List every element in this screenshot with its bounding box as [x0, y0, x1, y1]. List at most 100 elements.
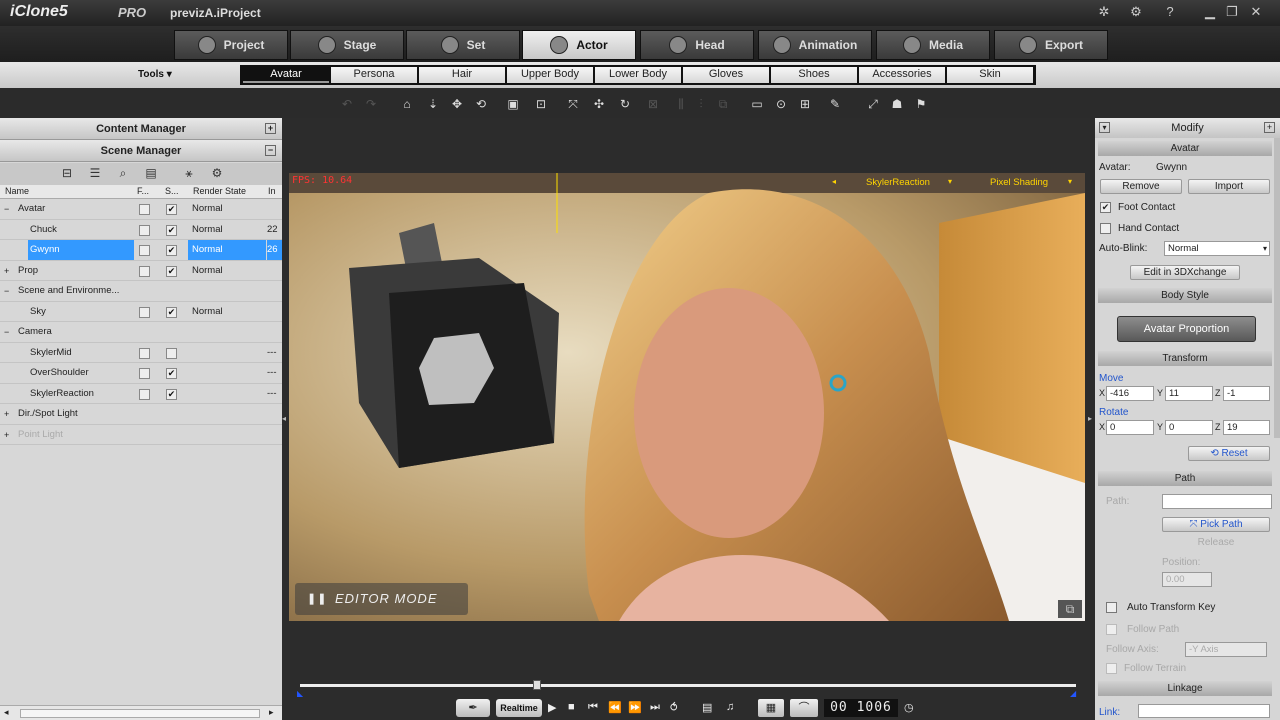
shading-dropdown-icon[interactable]: ▾: [1068, 177, 1072, 186]
freeze-checkbox[interactable]: [139, 347, 150, 359]
scroll-left-icon[interactable]: ◂: [4, 707, 9, 718]
col-in[interactable]: In: [268, 186, 276, 196]
auto-transform-key-checkbox[interactable]: [1106, 602, 1117, 613]
audio-icon[interactable]: ♫: [726, 701, 734, 713]
stop-icon[interactable]: ■: [568, 701, 575, 713]
left-splitter-arrow-icon[interactable]: ◂: [282, 414, 286, 423]
undo-icon[interactable]: ↶: [340, 97, 354, 111]
content-manager-header[interactable]: Content Manager +: [0, 118, 282, 140]
start-marker-icon[interactable]: ◣: [297, 689, 303, 698]
tab-set[interactable]: Set: [406, 30, 520, 60]
drop-to-ground-icon[interactable]: ⇣: [426, 97, 440, 111]
freeze-checkbox[interactable]: [139, 204, 150, 215]
camera-view-icon[interactable]: ⊙: [774, 97, 788, 111]
avatar-proportion-button[interactable]: Avatar Proportion: [1117, 316, 1256, 342]
3d-viewport[interactable]: [289, 173, 1085, 621]
tree-row[interactable]: Chuck ✔ Normal 22: [0, 220, 282, 240]
move-y-input[interactable]: 11: [1165, 386, 1213, 401]
tree-row[interactable]: + Dir./Spot Light: [0, 404, 282, 425]
subtab-hair[interactable]: Hair: [419, 67, 505, 83]
link-icon[interactable]: ⤢: [866, 97, 880, 111]
last-frame-icon[interactable]: ⏭: [650, 701, 660, 714]
tab-media[interactable]: Media: [876, 30, 990, 60]
freeze-checkbox[interactable]: [139, 224, 150, 236]
collapse-icon[interactable]: −: [4, 281, 9, 301]
tab-actor[interactable]: Actor: [522, 30, 636, 60]
render-state[interactable]: Normal: [188, 302, 266, 322]
tree-row[interactable]: − Scene and Environme...: [0, 281, 282, 302]
home-icon[interactable]: ⌂: [400, 97, 414, 111]
release-button[interactable]: Release: [1162, 537, 1270, 551]
expand-icon[interactable]: +: [265, 123, 276, 134]
group-icon[interactable]: ⧉: [716, 97, 730, 111]
hierarchy-icon[interactable]: ⚹: [182, 166, 196, 180]
clock-icon[interactable]: ◷: [904, 701, 914, 714]
modify-scrollbar[interactable]: [1274, 138, 1280, 438]
remove-button[interactable]: Remove: [1100, 179, 1182, 194]
right-splitter-arrow-icon[interactable]: ▸: [1088, 414, 1092, 423]
subtab-skin[interactable]: Skin: [947, 67, 1033, 83]
settings-tree-icon[interactable]: ⚙: [210, 166, 224, 180]
tab-head[interactable]: Head: [640, 30, 754, 60]
frame-counter[interactable]: 00 1006: [824, 699, 898, 717]
autoblink-select[interactable]: Normal ▾: [1164, 241, 1270, 256]
fast-forward-icon[interactable]: ⏩: [628, 701, 642, 714]
show-checkbox[interactable]: ✔: [166, 204, 177, 215]
body-style-header[interactable]: Body Style: [1098, 288, 1272, 303]
tab-export[interactable]: Export: [994, 30, 1108, 60]
show-checkbox[interactable]: ✔: [166, 368, 177, 379]
freeze-checkbox[interactable]: [139, 388, 150, 400]
scale-icon[interactable]: ▣: [506, 97, 520, 111]
tree-row[interactable]: OverShoulder ✔ ---: [0, 363, 282, 384]
rewind-icon[interactable]: ⏪: [608, 701, 622, 714]
loop-icon[interactable]: ⥀: [670, 701, 678, 714]
render-state[interactable]: Normal: [188, 199, 266, 219]
realtime-button[interactable]: Realtime: [496, 699, 542, 717]
subtab-lower-body[interactable]: Lower Body: [595, 67, 681, 83]
modify-collapse-icon[interactable]: ▾: [1099, 122, 1110, 133]
tree-row[interactable]: Gwynn ✔ Normal 26: [0, 240, 282, 261]
gear-icon[interactable]: ⚙: [1126, 3, 1146, 21]
tab-project[interactable]: Project: [174, 30, 288, 60]
freeze-checkbox[interactable]: [139, 265, 150, 277]
subtab-shoes[interactable]: Shoes: [771, 67, 857, 83]
avatar-section-header[interactable]: Avatar: [1098, 141, 1272, 156]
search-icon[interactable]: ⌕: [116, 166, 130, 180]
follow-terrain-checkbox[interactable]: [1106, 663, 1117, 674]
subtab-gloves[interactable]: Gloves: [683, 67, 769, 83]
maximize-button[interactable]: ❐: [1222, 3, 1242, 21]
tree-row[interactable]: Sky ✔ Normal: [0, 302, 282, 322]
camera-dropdown-icon[interactable]: ▾: [948, 177, 952, 186]
scroll-thumb[interactable]: [20, 709, 260, 718]
pick-path-button[interactable]: ⤧ Pick Path: [1162, 517, 1270, 532]
brush-icon[interactable]: ✎: [828, 97, 842, 111]
tools-menu[interactable]: Tools ▾: [138, 69, 172, 80]
show-checkbox[interactable]: [166, 347, 177, 359]
show-checkbox[interactable]: ✔: [166, 245, 177, 256]
end-marker-icon[interactable]: ◢: [1070, 689, 1076, 698]
scroll-right-icon[interactable]: ▸: [269, 707, 274, 718]
tab-animation[interactable]: Animation: [758, 30, 872, 60]
flag-icon[interactable]: ⚑: [914, 97, 928, 111]
pan-icon[interactable]: ✣: [592, 97, 606, 111]
quill-icon[interactable]: ✒: [456, 699, 490, 717]
timeline-track[interactable]: [300, 684, 1076, 687]
show-checkbox[interactable]: ✔: [166, 224, 177, 236]
col-s[interactable]: S...: [165, 186, 179, 196]
community-icon[interactable]: ✲: [1094, 3, 1114, 21]
distribute-icon[interactable]: ⫶: [694, 97, 708, 111]
collapse-icon[interactable]: −: [4, 199, 9, 219]
close-button[interactable]: ✕: [1246, 3, 1266, 21]
rotate-icon[interactable]: ⟲: [474, 97, 488, 111]
link-field[interactable]: [1138, 704, 1270, 718]
editor-mode-indicator[interactable]: ❚❚ EDITOR MODE: [295, 583, 468, 615]
tree-row[interactable]: + Prop ✔ Normal: [0, 261, 282, 281]
transform-header[interactable]: Transform: [1098, 351, 1272, 366]
move-z-input[interactable]: -1: [1223, 386, 1270, 401]
help-icon[interactable]: ?: [1160, 3, 1180, 21]
expand-icon[interactable]: +: [4, 261, 9, 281]
col-f[interactable]: F...: [137, 186, 149, 196]
timeline-icon[interactable]: ▦: [758, 699, 784, 717]
show-checkbox[interactable]: ✔: [166, 306, 177, 318]
pause-icon[interactable]: ❚❚: [307, 583, 327, 615]
